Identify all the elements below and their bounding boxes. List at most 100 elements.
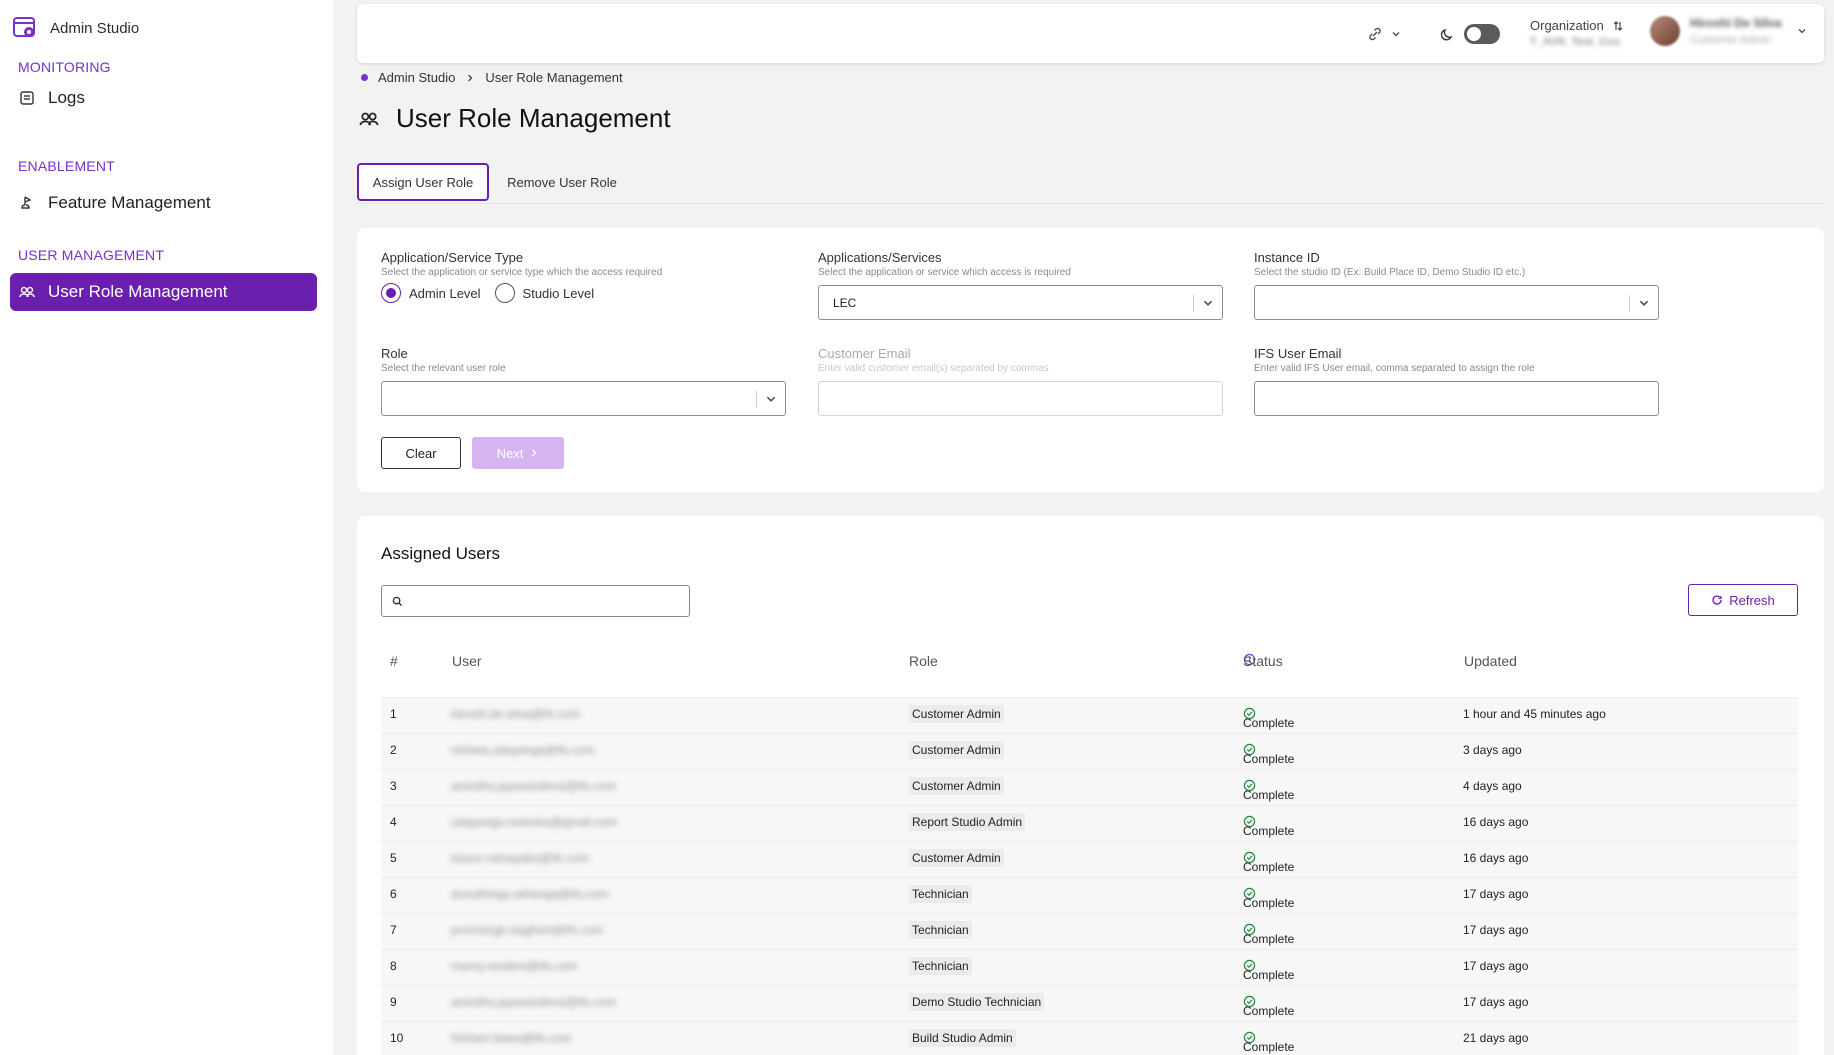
chevron-down-icon	[1392, 32, 1400, 37]
ifs-user-email-input[interactable]	[1254, 381, 1659, 416]
next-button-label: Next	[496, 445, 524, 461]
field-label: Application/Service Type	[381, 250, 524, 265]
table-row[interactable]: 3 amedha.jayawardena@ifs.com Customer Ad…	[381, 769, 1798, 805]
cell-user: promsingh.bagheel@ifs.com	[451, 923, 604, 937]
cell-user: kasun.ratnayake@ifs.com	[451, 851, 590, 865]
instance-id-select[interactable]	[1254, 285, 1659, 320]
column-header-role[interactable]: Role	[909, 653, 938, 669]
applications-services-select[interactable]: LEC	[818, 285, 1223, 320]
status-text: Complete	[1243, 860, 1295, 874]
cell-number: 4	[390, 815, 397, 829]
moon-icon	[1440, 28, 1453, 41]
cell-role: Demo Studio Technician	[909, 993, 1045, 1011]
table-row[interactable]: 5 kasun.ratnayake@ifs.com Customer Admin…	[381, 841, 1798, 877]
cell-number: 2	[390, 743, 397, 757]
cell-role: Customer Admin	[909, 777, 1004, 795]
swap-icon	[1613, 20, 1623, 31]
cell-updated: 16 days ago	[1463, 851, 1529, 865]
column-header-status[interactable]: Status	[1243, 653, 1283, 669]
assigned-users-card: Assigned Users Refresh # User Role Statu…	[357, 516, 1824, 1055]
cell-number: 1	[390, 707, 397, 721]
table-row[interactable]: 6 dunuthinga.wihanga@ifs.com Technician …	[381, 877, 1798, 913]
users-icon	[359, 112, 379, 125]
customer-email-input[interactable]	[818, 381, 1223, 416]
cell-status: Complete	[1243, 887, 1294, 910]
role-field: Role Select the relevant user role	[381, 346, 786, 416]
organization-value: T_AVN_Test_Cus	[1530, 36, 1621, 48]
brand[interactable]: Admin Studio	[12, 15, 139, 41]
clear-button[interactable]: Clear	[381, 437, 461, 469]
cell-user: nishwa.udayanga@ifs.com	[451, 743, 595, 757]
sidebar-item-user-role-management[interactable]: User Role Management	[10, 273, 317, 311]
cell-user: udayanga.rasindra@gmail.com	[451, 815, 618, 829]
cell-number: 10	[390, 1031, 404, 1045]
refresh-icon	[1712, 595, 1722, 605]
table-row[interactable]: 4 udayanga.rasindra@gmail.com Report Stu…	[381, 805, 1798, 841]
table-row[interactable]: 9 amedha.jayawardena@ifs.com Demo Studio…	[381, 985, 1798, 1021]
user-name: Hiroshi De Silva	[1690, 16, 1782, 30]
cell-user: amedha.jayawardena@ifs.com	[451, 779, 616, 793]
organization-label: Organization	[1530, 18, 1604, 33]
cell-status: Complete	[1243, 851, 1294, 874]
radio-admin-level[interactable]	[381, 283, 401, 303]
user-role: Customer Admin	[1690, 34, 1772, 46]
column-header-number: #	[390, 653, 398, 669]
chevron-down-icon	[1639, 300, 1649, 306]
section-title-enablement: ENABLEMENT	[18, 158, 115, 174]
table-row[interactable]: 8 manoj.randeni@ifs.com Technician Compl…	[381, 949, 1798, 985]
link-icon	[1369, 27, 1381, 41]
customer-email-field: Customer Email Enter valid customer emai…	[818, 346, 1223, 416]
field-label: IFS User Email	[1254, 346, 1342, 361]
next-button[interactable]: Next	[472, 437, 564, 469]
cell-role: Build Studio Admin	[909, 1029, 1016, 1047]
avatar	[1650, 16, 1680, 46]
links-dropdown[interactable]	[1367, 26, 1401, 42]
column-header-user[interactable]: User	[452, 653, 482, 669]
cell-updated: 1 hour and 45 minutes ago	[1463, 707, 1606, 721]
cell-user: manoj.randeni@ifs.com	[451, 959, 578, 973]
breadcrumb: Admin Studio User Role Management	[361, 70, 623, 85]
role-select[interactable]	[381, 381, 786, 416]
search-input[interactable]	[409, 594, 689, 608]
top-bar: Organization T_AVN_Test_Cus Hiroshi De S…	[357, 4, 1824, 63]
field-hint: Select the relevant user role	[381, 363, 506, 374]
table-row[interactable]: 2 nishwa.udayanga@ifs.com Customer Admin…	[381, 733, 1798, 769]
ifs-user-email-field: IFS User Email Enter valid IFS User emai…	[1254, 346, 1659, 416]
field-hint: Select the application or service which …	[818, 267, 1071, 278]
breadcrumb-item-admin-studio[interactable]: Admin Studio	[378, 70, 455, 85]
column-header-updated[interactable]: Updated	[1464, 653, 1517, 669]
sidebar-item-feature-management[interactable]: Feature Management	[10, 184, 317, 222]
table-row[interactable]: 7 promsingh.bagheel@ifs.com Technician C…	[381, 913, 1798, 949]
sidebar-item-label: Feature Management	[48, 193, 211, 212]
user-menu[interactable]: Hiroshi De Silva Customer Admin	[1650, 16, 1807, 46]
field-label: Instance ID	[1254, 250, 1320, 265]
cell-updated: 17 days ago	[1463, 887, 1529, 901]
sidebar-item-logs[interactable]: Logs	[10, 79, 317, 117]
section-title-monitoring: MONITORING	[18, 59, 111, 75]
refresh-label: Refresh	[1729, 592, 1775, 608]
page-title: User Role Management	[358, 103, 671, 134]
cell-status: Complete	[1243, 779, 1294, 802]
tab-assign-user-role[interactable]: Assign User Role	[357, 163, 489, 201]
admin-studio-logo-icon	[13, 17, 35, 37]
cell-role: Customer Admin	[909, 705, 1004, 723]
organization-switcher[interactable]: Organization T_AVN_Test_Cus	[1530, 18, 1624, 48]
cell-user: hiroshi.de.silva@ifs.com	[451, 707, 581, 721]
sidebar: Admin Studio MONITORING Logs ENABLEMENT …	[0, 0, 333, 1055]
cell-status: Complete	[1243, 707, 1294, 730]
status-text: Complete	[1243, 896, 1295, 910]
status-text: Complete	[1243, 1004, 1295, 1018]
chevron-down-icon	[1203, 300, 1213, 306]
table-row[interactable]: 10 hisham.bawa@ifs.com Build Studio Admi…	[381, 1021, 1798, 1055]
radio-studio-level[interactable]	[494, 283, 515, 303]
status-text: Complete	[1243, 824, 1295, 838]
tab-remove-user-role[interactable]: Remove User Role	[497, 163, 627, 201]
refresh-button[interactable]: Refresh	[1688, 584, 1798, 616]
search-box[interactable]	[381, 585, 690, 617]
cell-status: Complete	[1243, 815, 1294, 838]
dark-mode-toggle[interactable]	[1464, 24, 1500, 44]
tab-bar: Assign User Role Remove User Role	[357, 163, 1824, 204]
status-text: Complete	[1243, 968, 1295, 982]
table-row[interactable]: 1 hiroshi.de.silva@ifs.com Customer Admi…	[381, 697, 1798, 733]
breadcrumb-item-current: User Role Management	[485, 70, 623, 85]
